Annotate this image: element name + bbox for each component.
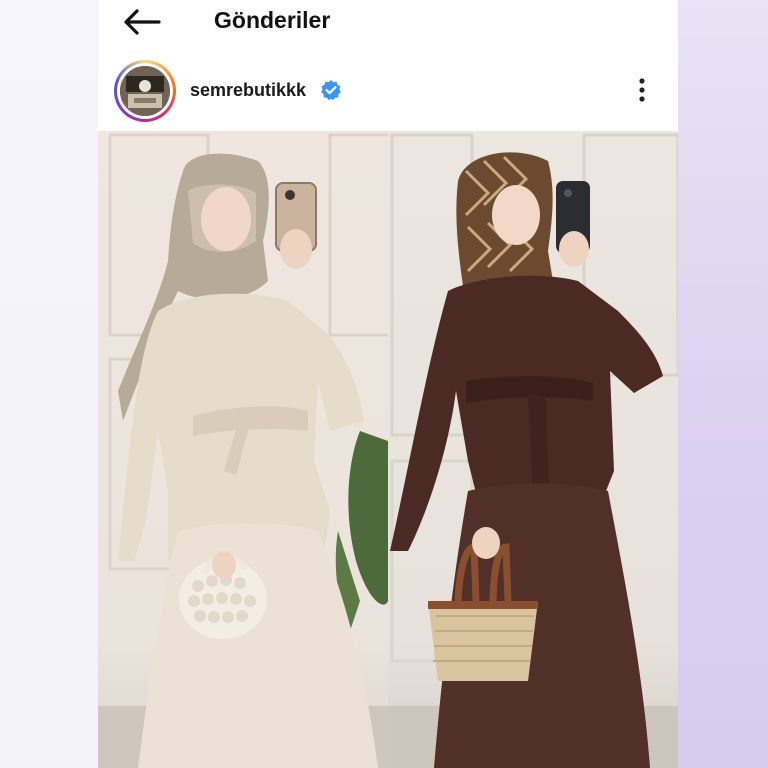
- photo-panel-brown: [388, 131, 678, 768]
- arrow-left-icon: [124, 9, 161, 35]
- more-options-button[interactable]: [628, 72, 656, 108]
- back-button[interactable]: [120, 4, 164, 40]
- post-header: semrebutikkk: [98, 56, 678, 126]
- instagram-screen: Gönderiler semrebutikkk: [98, 0, 678, 768]
- right-background: [678, 0, 768, 768]
- beige-outfit-figure: [98, 133, 388, 768]
- avatar-border: [117, 63, 173, 119]
- more-vertical-icon: [639, 78, 645, 102]
- username-link[interactable]: semrebutikkk: [190, 78, 306, 102]
- page-title: Gönderiler: [214, 7, 331, 33]
- profile-avatar[interactable]: [114, 60, 176, 122]
- brown-outfit-figure: [388, 133, 678, 768]
- verified-badge-icon: [320, 79, 342, 101]
- post-image[interactable]: [98, 131, 678, 768]
- avatar-image: [120, 66, 170, 116]
- avatar-picture: [120, 66, 170, 116]
- photo-panel-beige: [98, 131, 388, 768]
- top-bar: Gönderiler: [98, 0, 678, 46]
- left-background: [0, 0, 98, 768]
